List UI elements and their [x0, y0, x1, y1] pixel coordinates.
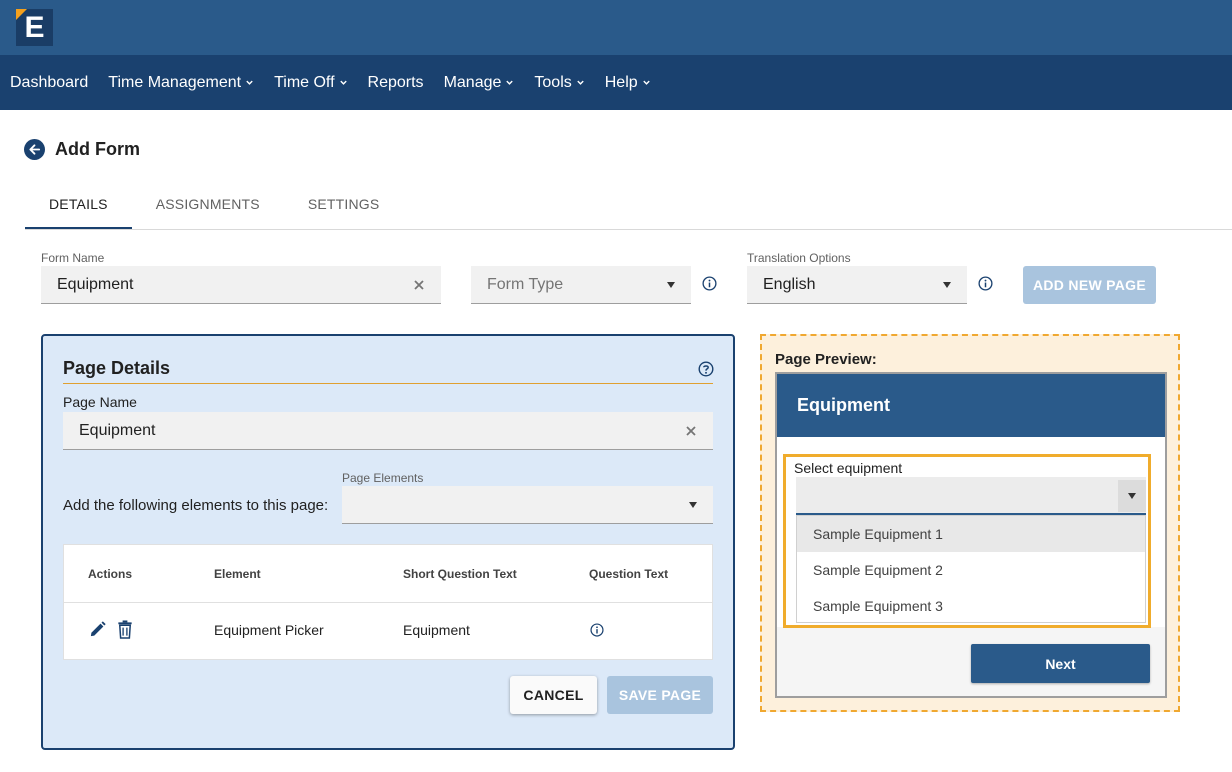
logo-accent	[16, 9, 27, 20]
equipment-select[interactable]	[796, 477, 1146, 515]
top-bar: E	[0, 0, 1232, 55]
form-name-label: Form Name	[41, 251, 105, 265]
equipment-option[interactable]: Sample Equipment 1	[797, 516, 1145, 552]
page-header: Add Form	[24, 139, 140, 160]
nav-manage[interactable]: Manage	[444, 74, 515, 92]
equipment-options-list: Sample Equipment 1 Sample Equipment 2 Sa…	[796, 515, 1146, 623]
tab-bar: DETAILS ASSIGNMENTS SETTINGS	[25, 180, 1232, 230]
translation-value: English	[763, 275, 816, 293]
nav-dashboard[interactable]: Dashboard	[10, 74, 88, 92]
company-logo[interactable]: E	[16, 9, 53, 46]
page-details-panel: Page Details Page Name Equipment Page El…	[41, 334, 735, 750]
nav-label: Time Management	[108, 73, 242, 91]
clear-icon[interactable]	[413, 279, 425, 291]
table-header-actions: Actions	[88, 567, 133, 581]
main-nav: Dashboard Time Management Time Off Repor…	[0, 55, 1232, 110]
chevron-down-icon	[506, 80, 514, 85]
page-details-title: Page Details	[63, 358, 171, 378]
table-divider	[64, 602, 712, 603]
form-type-select[interactable]: Form Type	[471, 266, 691, 304]
preview-card-title: Equipment	[777, 374, 1165, 437]
delete-trash-icon[interactable]	[117, 620, 133, 639]
save-page-button[interactable]: SAVE PAGE	[607, 676, 713, 714]
page-name-label: Page Name	[63, 394, 137, 410]
table-header-short-question: Short Question Text	[403, 567, 517, 581]
page-preview-panel: Page Preview: Equipment Select equipment…	[760, 334, 1180, 712]
caret-down-icon	[667, 281, 675, 288]
nav-label: Tools	[534, 73, 572, 91]
chevron-down-icon	[339, 80, 347, 85]
next-button[interactable]: Next	[971, 644, 1150, 683]
page-title: Add Form	[55, 139, 140, 159]
table-cell-short-question: Equipment	[403, 622, 470, 638]
back-button[interactable]	[24, 139, 45, 160]
nav-label: Dashboard	[10, 73, 89, 91]
nav-label: Help	[604, 73, 638, 91]
chevron-down-icon	[642, 80, 650, 85]
select-equipment-label: Select equipment	[794, 460, 903, 476]
chevron-down-icon	[246, 80, 253, 85]
caret-down-icon	[1128, 493, 1136, 499]
edit-pencil-icon[interactable]	[88, 620, 107, 639]
page-elements-select[interactable]	[342, 486, 713, 524]
form-type-placeholder: Form Type	[487, 275, 564, 293]
table-header-question-text: Question Text	[589, 567, 669, 581]
tab-settings[interactable]: SETTINGS	[284, 180, 404, 229]
nav-label: Reports	[367, 73, 424, 91]
translation-label: Translation Options	[747, 251, 851, 265]
help-icon[interactable]	[698, 361, 714, 377]
table-header-element: Element	[214, 567, 261, 581]
arrow-left-icon	[29, 144, 41, 155]
equipment-option[interactable]: Sample Equipment 2	[797, 552, 1145, 588]
info-icon[interactable]	[978, 276, 993, 291]
chevron-down-icon	[577, 80, 584, 85]
translation-select[interactable]: English	[747, 266, 967, 304]
preview-card: Equipment Select equipment Sample Equipm…	[775, 372, 1167, 698]
tab-assignments[interactable]: ASSIGNMENTS	[132, 180, 284, 229]
nav-reports[interactable]: Reports	[368, 74, 424, 92]
caret-down-icon	[689, 501, 697, 508]
nav-time-management[interactable]: Time Management	[108, 74, 254, 92]
nav-label: Manage	[443, 73, 502, 91]
elements-table: Actions Element Short Question Text Ques…	[63, 544, 713, 660]
logo-letter: E	[24, 11, 45, 44]
page-elements-label: Page Elements	[342, 471, 424, 485]
table-cell-element: Equipment Picker	[214, 622, 324, 638]
info-icon[interactable]	[702, 276, 717, 291]
page-name-value: Equipment	[79, 421, 156, 439]
nav-tools[interactable]: Tools	[534, 74, 584, 92]
nav-time-off[interactable]: Time Off	[274, 74, 347, 92]
elements-prompt: Add the following elements to this page:	[63, 497, 329, 514]
info-icon[interactable]	[590, 623, 604, 637]
caret-down-icon	[943, 281, 951, 288]
page-name-field[interactable]: Equipment	[63, 412, 713, 450]
form-name-value: Equipment	[57, 275, 134, 293]
section-divider	[63, 383, 713, 384]
form-name-field[interactable]: Equipment	[41, 266, 441, 304]
clear-icon[interactable]	[685, 425, 697, 437]
tab-details[interactable]: DETAILS	[25, 180, 132, 229]
equipment-option[interactable]: Sample Equipment 3	[797, 588, 1145, 624]
dropdown-toggle[interactable]	[1118, 480, 1146, 512]
nav-help[interactable]: Help	[605, 74, 651, 92]
nav-label: Time Off	[274, 73, 335, 91]
add-new-page-button[interactable]: ADD NEW PAGE	[1023, 266, 1156, 304]
page-preview-label: Page Preview:	[775, 351, 877, 368]
cancel-button[interactable]: CANCEL	[510, 676, 597, 714]
